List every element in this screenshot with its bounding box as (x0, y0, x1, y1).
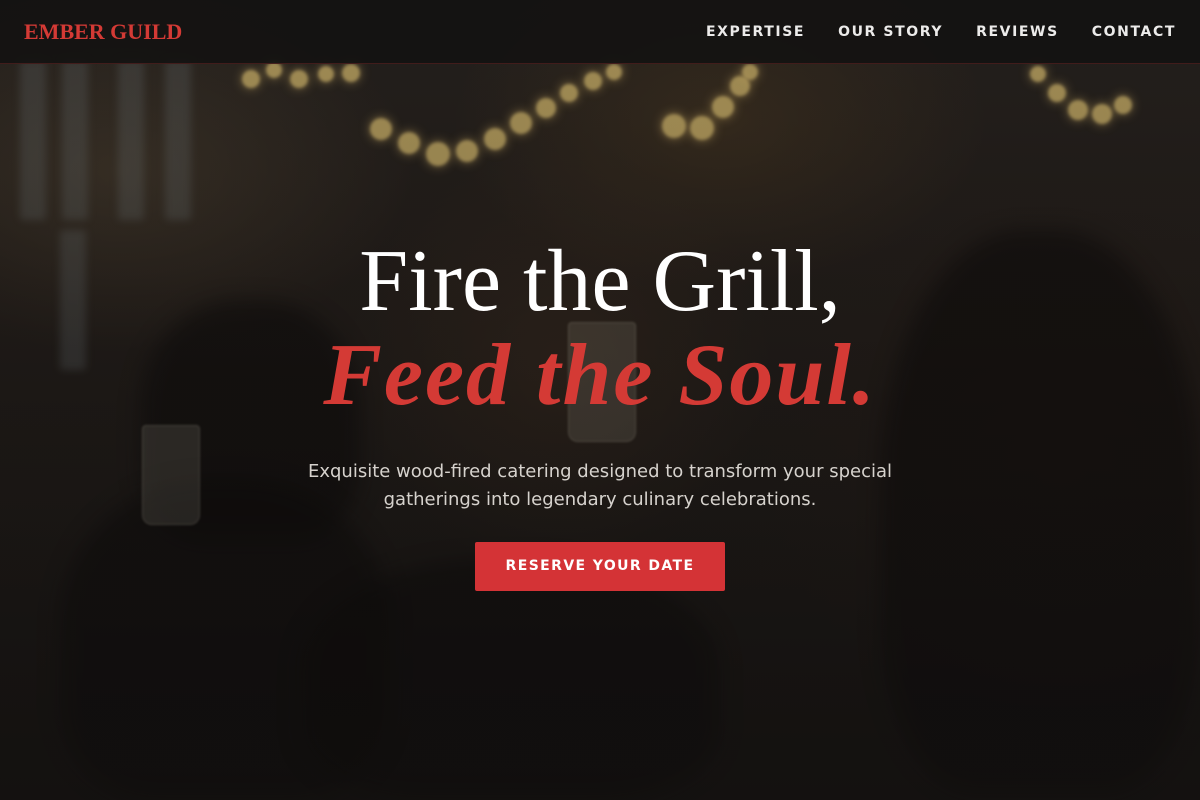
headline-line-1: Fire the Grill, (359, 233, 841, 330)
hero-subtitle: Exquisite wood-fired catering designed t… (307, 461, 893, 510)
main-nav: EXPERTISE OUR STORY REVIEWS CONTACT (706, 24, 1176, 40)
nav-link-contact[interactable]: CONTACT (1092, 24, 1176, 40)
hero-headline: Fire the Grill, Feed the Soul. (0, 236, 1200, 424)
brand-logo[interactable]: EMBER GUILD (24, 19, 182, 45)
nav-link-expertise[interactable]: EXPERTISE (706, 24, 805, 40)
hero-section: Fire the Grill, Feed the Soul. Exquisite… (0, 236, 1200, 591)
nav-link-reviews[interactable]: REVIEWS (976, 24, 1059, 40)
nav-link-our-story[interactable]: OUR STORY (838, 24, 943, 40)
headline-line-2: Feed the Soul. (323, 327, 877, 424)
site-header: EMBER GUILD EXPERTISE OUR STORY REVIEWS … (0, 0, 1200, 64)
reserve-date-button[interactable]: RESERVE YOUR DATE (475, 542, 725, 591)
